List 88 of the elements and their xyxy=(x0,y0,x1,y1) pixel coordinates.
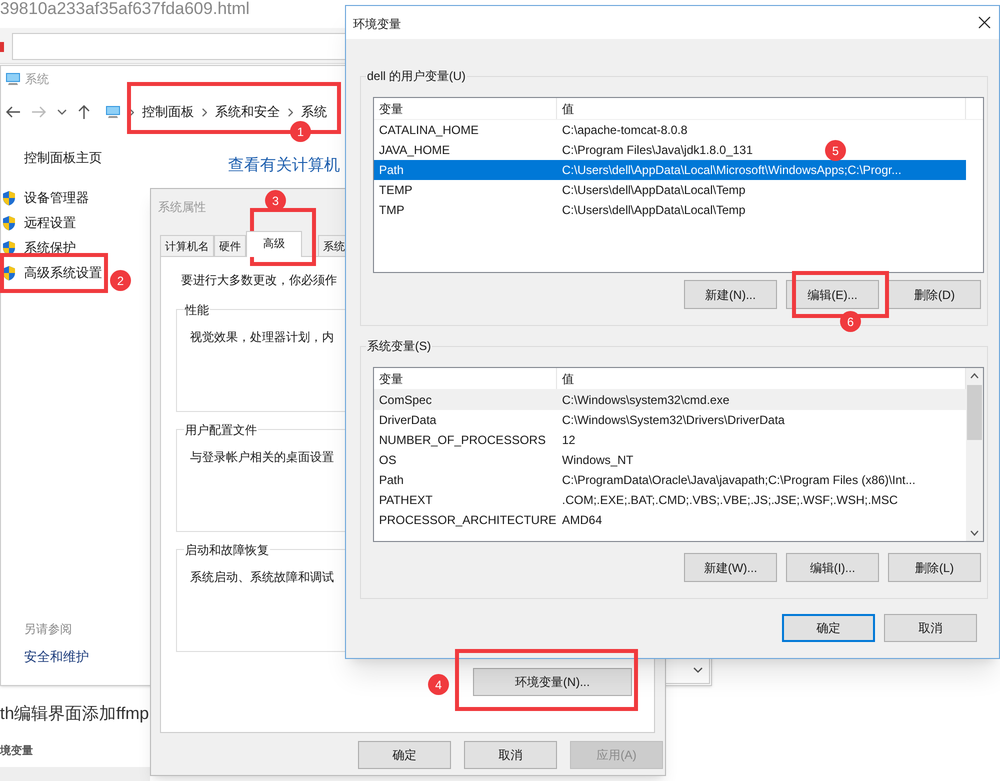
back-icon xyxy=(5,105,21,119)
sidebar-link[interactable]: 控制面板主页 xyxy=(24,148,102,168)
tab[interactable]: 硬件 xyxy=(214,235,246,257)
description-text: 视觉效果，处理器计划，内 xyxy=(190,329,334,346)
variable-name[interactable]: ComSpec xyxy=(374,390,557,410)
description-text: 与登录帐户相关的桌面设置 xyxy=(190,449,334,466)
chevron-icon xyxy=(288,108,293,116)
variable-name[interactable]: PROCESSOR_ARCHITECTURE xyxy=(374,510,557,530)
variable-name[interactable]: TEMP xyxy=(374,180,557,200)
dialog-button[interactable]: 删除(D) xyxy=(888,280,981,309)
variable-value: C:\Windows\system32\cmd.exe xyxy=(557,390,732,410)
dialog-button[interactable]: 确定 xyxy=(358,741,451,769)
sidebar-link[interactable]: 安全和维护 xyxy=(24,647,89,666)
tab[interactable]: 计算机名 xyxy=(160,235,214,257)
article-heading: th编辑界面添加ffmp xyxy=(0,703,149,725)
variable-name[interactable]: JAVA_HOME xyxy=(374,140,557,160)
dialog-button[interactable]: 取消 xyxy=(884,614,977,642)
computer-icon xyxy=(105,104,121,120)
article-text: 境变量 xyxy=(0,744,33,759)
breadcrumb-item[interactable]: 控制面板 xyxy=(142,102,194,122)
scrollbar-thumb[interactable] xyxy=(967,385,982,440)
window-title: 系统 xyxy=(25,71,49,88)
variable-name[interactable]: Path xyxy=(374,470,557,490)
section-label: 另请参阅 xyxy=(24,621,73,638)
variable-value: C:\Users\dell\AppData\Local\Temp xyxy=(561,182,746,199)
dialog-button[interactable]: 新建(N)... xyxy=(684,280,777,309)
scroll-down-icon xyxy=(970,530,979,536)
shield-icon xyxy=(1,240,17,256)
column-header[interactable]: 变量 xyxy=(374,98,557,119)
breadcrumb-item[interactable]: 系统 xyxy=(301,102,327,122)
variable-name[interactable]: NUMBER_OF_PROCESSORS xyxy=(374,430,557,450)
sidebar-link[interactable]: 远程设置 xyxy=(24,213,76,233)
tab-icon xyxy=(0,42,4,52)
variable-value: AMD64 xyxy=(561,512,604,529)
sidebar-link[interactable]: 高级系统设置 xyxy=(24,263,102,283)
dialog-title: 环境变量 xyxy=(353,16,401,33)
description-text: 系统启动、系统故障和调试 xyxy=(190,569,334,586)
chevron-icon xyxy=(693,666,703,674)
variable-value: C:\Users\dell\AppData\Local\Temp xyxy=(561,202,746,219)
group-label: dell 的用户变量(U) xyxy=(366,67,467,85)
dialog-button[interactable]: 编辑(I)... xyxy=(786,553,879,582)
chevron-icon xyxy=(202,108,207,116)
variable-name[interactable]: TMP xyxy=(374,200,557,220)
dialog-button[interactable]: 确定 xyxy=(782,614,875,642)
url-text: 39810a233af35af637fda609.html xyxy=(0,0,250,18)
variable-name[interactable]: CATALINA_HOME xyxy=(374,120,557,140)
shield-icon xyxy=(1,215,17,231)
group-label: 性能 xyxy=(184,301,210,319)
variable-value: 12 xyxy=(561,432,576,449)
column-header[interactable]: 变量 xyxy=(374,368,557,389)
variable-value: Windows_NT xyxy=(561,452,634,469)
dialog-button[interactable]: 新建(W)... xyxy=(684,553,777,582)
group-label: 启动和故障恢复 xyxy=(184,541,270,559)
dialog-title: 系统属性 xyxy=(158,199,206,216)
selection-highlight xyxy=(903,160,966,180)
computer-icon xyxy=(5,71,21,87)
column-header[interactable]: 值 xyxy=(557,98,966,119)
variable-value: C:\Users\dell\AppData\Local\Microsoft\WindowsApps;C:\Progr... xyxy=(557,160,904,180)
variable-value: C:\Program Files\Java\jdk1.8.0_131 xyxy=(561,142,754,159)
shield-icon xyxy=(1,265,17,281)
scrollbar[interactable] xyxy=(966,368,983,541)
variable-value: C:\apache-tomcat-8.0.8 xyxy=(561,122,688,139)
scroll-up-icon xyxy=(970,373,979,379)
up-icon xyxy=(77,104,91,120)
dropdown-icon xyxy=(57,108,67,116)
variable-name[interactable]: DriverData xyxy=(374,410,557,430)
shield-icon xyxy=(1,190,17,206)
dialog-button[interactable]: 取消 xyxy=(464,741,557,769)
forward-icon xyxy=(31,105,47,119)
chevron-icon xyxy=(129,108,134,116)
environment-variables-button[interactable]: 环境变量(N)... xyxy=(473,668,632,696)
variable-value: C:\ProgramData\Oracle\Java\javapath;C:\Program Files (x86)\Int... xyxy=(561,472,916,489)
breadcrumb-item[interactable]: 系统和安全 xyxy=(215,102,280,122)
group-label: 用户配置文件 xyxy=(184,421,258,439)
variable-value: C:\Windows\System32\Drivers\DriverData xyxy=(561,412,786,429)
highlight-frame xyxy=(250,208,316,266)
close-icon xyxy=(978,16,991,29)
group-label: 系统变量(S) xyxy=(366,337,432,355)
variable-value: .COM;.EXE;.BAT;.CMD;.VBS;.VBE;.JS;.JSE;.WSF;.WSH;.MSC xyxy=(561,492,899,509)
variable-name[interactable]: Path xyxy=(374,160,557,180)
variable-name[interactable]: OS xyxy=(374,450,557,470)
sidebar-link[interactable]: 设备管理器 xyxy=(24,188,89,208)
tab[interactable]: 高级 xyxy=(246,231,302,257)
dialog-button[interactable]: 编辑(E)... xyxy=(786,280,879,309)
variable-name[interactable]: PATHEXT xyxy=(374,490,557,510)
page-heading: 查看有关计算机 xyxy=(228,156,340,176)
instruction-text: 要进行大多数更改，你必须作 xyxy=(181,272,337,289)
dialog-button[interactable]: 删除(L) xyxy=(888,553,981,582)
